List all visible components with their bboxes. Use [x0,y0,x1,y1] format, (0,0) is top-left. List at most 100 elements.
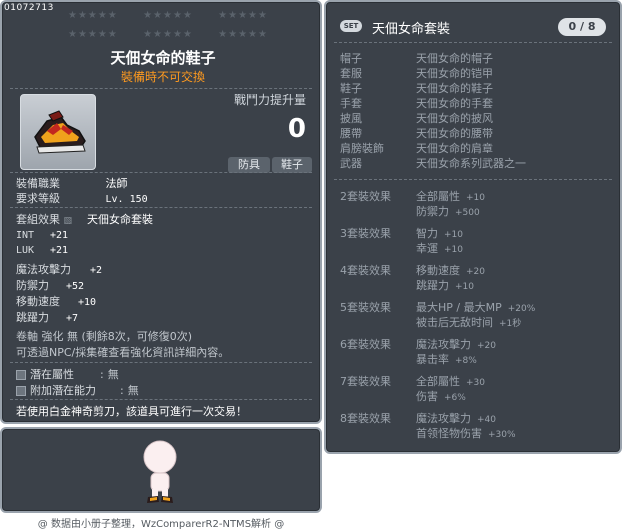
set-bonus-stat: 移動速度 [416,264,460,277]
set-effect-label: 套組效果 [16,213,60,226]
set-bonus-label: 5套裝效果 [340,301,391,314]
star-force-row-2: ★★★★★ ★★★★★ ★★★★★ [68,29,268,40]
item-icon-frame [20,94,96,170]
set-bonus-stat: 全部屬性 [416,190,460,203]
additional-potential-row: 附加潛在能力: 無 [16,382,139,398]
star-group: ★★★★★ [68,29,118,40]
divider [10,399,312,400]
footer-credit: @ 数据由小册子整理，WzComparerR2-NTMS解析 @ [37,519,285,530]
set-bonus-stat: 跳躍力 [416,279,449,292]
power-increase-label: 戰鬥力提升量 [233,93,306,107]
set-piece-name: 天佃女命的披风 [416,112,493,125]
set-badge: SET [340,20,362,32]
set-bonus-stat: 幸運 [416,242,438,255]
trade-restriction: 裝備時不可交換 [120,70,205,84]
enhance-info-line: 可透過NPC/採集確查看強化資訊詳細內容。 [16,346,230,359]
set-piece-slot: 鞋子 [340,82,362,95]
set-piece-slot: 腰帶 [340,127,362,140]
set-piece-slot: 披風 [340,112,362,125]
stat-luk: LUK +21 [16,245,69,256]
set-piece-name: 天佃女命的肩章 [416,142,493,155]
job-label: 裝備職業 [16,177,60,190]
level-value: Lv. 150 [105,194,148,205]
scissors-trade-note: 若使用白金神奇剪刀，該道具可進行一次交易！ [16,405,247,418]
level-row: 要求等級 Lv. 150 [16,190,148,206]
character-avatar [143,440,177,503]
set-bonus-line: 魔法攻擊力 +40 [416,410,496,426]
set-bonus-value: +10 [444,245,463,255]
lock-icon: ▧ [63,216,73,226]
star-group: ★★★★★ [68,10,118,21]
divider [334,42,612,43]
set-piece-slot: 手套 [340,97,362,110]
set-bonus-value: +6% [444,393,466,403]
set-piece-name: 天佃女命的手套 [416,97,493,110]
set-bonus-line: 伤害 +6% [416,388,466,404]
set-bonus-label: 2套裝效果 [340,190,391,203]
stat-defense: 防禦力 +52 [16,279,85,292]
stat-speed: 移動速度 +10 [16,295,97,308]
set-count: 0 / 8 [558,18,606,36]
item-name: 天佃女命的鞋子 [110,49,216,67]
set-bonus-stat: 被击后无敌时间 [416,316,493,329]
set-effect-value: 天佃女命套裝 [87,213,153,226]
set-bonus-line: 暴击率 +8% [416,351,477,367]
set-bonus-value: +40 [477,415,496,425]
set-bonus-value: +10 [455,282,474,292]
job-row: 裝備職業 法師 [16,175,128,191]
set-piece-name: 天佃女命系列武器之一 [416,157,526,170]
set-bonus-stat: 首领怪物伤害 [416,427,482,440]
stat-jump: 跳躍力 +7 [16,311,79,324]
set-bonus-value: +10 [466,193,485,203]
set-bonus-stat: 魔法攻擊力 [416,412,471,425]
set-piece-slot: 套服 [340,67,362,80]
set-bonus-line: 防禦力 +500 [416,203,480,219]
set-bonus-line: 智力 +10 [416,225,463,241]
set-piece-slot: 帽子 [340,52,362,65]
divider [10,362,312,363]
set-bonus-line: 首领怪物伤害 +30% [416,425,516,441]
set-piece-slot: 武器 [340,157,362,170]
set-title: 天佃女命套裝 [372,22,451,37]
divider [10,88,312,89]
divider [10,207,312,208]
divider [334,179,612,180]
set-bonus-value: +30 [466,378,485,388]
set-bonus-line: 魔法攻擊力 +20 [416,336,496,352]
divider [10,172,312,173]
item-id: 01072713 [4,3,54,13]
set-bonus-value: +500 [455,208,480,218]
star-group: ★★★★★ [143,29,193,40]
set-bonus-stat: 暴击率 [416,353,449,366]
star-group: ★★★★★ [143,10,193,21]
level-label: 要求等級 [16,192,60,205]
potential-row: 潛在屬性: 無 [16,366,119,382]
star-group: ★★★★★ [218,29,268,40]
set-bonus-label: 4套裝效果 [340,264,391,277]
set-effect-panel: SET 天佃女命套裝 0 / 8 帽子 天佃女命的帽子 套服 天佃女命的铠甲 鞋子 天佃女… [324,0,622,454]
power-increase-value: 0 [287,114,306,144]
set-bonus-line: 全部屬性 +30 [416,373,485,389]
set-bonus-stat: 智力 [416,227,438,240]
set-bonus-line: 跳躍力 +10 [416,277,474,293]
set-bonus-stat: 最大HP / 最大MP [416,301,502,314]
set-bonus-line: 全部屬性 +10 [416,188,485,204]
set-bonus-value: +10 [444,230,463,240]
set-bonus-stat: 伤害 [416,390,438,403]
set-bonus-line: 移動速度 +20 [416,262,485,278]
set-piece-name: 天佃女命的帽子 [416,52,493,65]
set-bonus-stat: 魔法攻擊力 [416,338,471,351]
tag-slot: 鞋子 [272,157,312,173]
set-bonus-label: 6套裝效果 [340,338,391,351]
set-bonus-value: +30% [488,430,516,440]
set-bonus-stat: 防禦力 [416,205,449,218]
star-force-row-1: ★★★★★ ★★★★★ ★★★★★ [68,10,268,21]
additional-potential-icon [16,386,26,396]
set-bonus-line: 最大HP / 最大MP +20% [416,299,535,315]
set-bonus-value: +1秒 [499,319,522,329]
set-bonus-label: 7套裝效果 [340,375,391,388]
set-effect-row: 套組效果 ▧ 天佃女命套裝 [16,211,153,227]
stat-magic-attack: 魔法攻擊力 +2 [16,263,103,276]
scroll-upgrade-line: 卷軸 強化 無 (剩餘8次，可修復0次) [16,330,193,343]
shoe-icon [34,110,86,154]
